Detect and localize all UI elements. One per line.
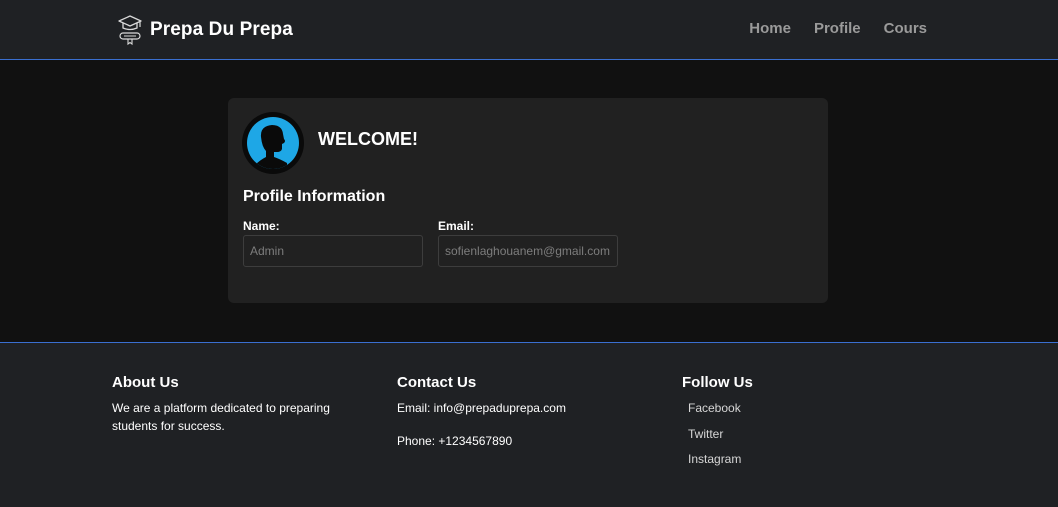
main-content: WELCOME! Profile Information Name: Email… — [0, 61, 1058, 342]
list-item: Twitter — [688, 425, 882, 443]
contact-title: Contact Us — [397, 374, 477, 391]
nav-link-home[interactable]: Home — [749, 20, 791, 37]
nav-link-profile[interactable]: Profile — [814, 20, 861, 37]
footer-about: About Us We are a platform dedicated to … — [112, 374, 352, 435]
facebook-link[interactable]: Facebook — [688, 401, 741, 415]
contact-phone: Phone: +1234567890 — [397, 434, 513, 448]
navbar: Prepa Du Prepa Home Profile Cours — [0, 0, 1058, 60]
main-nav: Home Profile Cours — [749, 20, 927, 37]
welcome-heading: WELCOME! — [318, 129, 418, 149]
footer-follow: Follow Us Facebook Twitter Instagram — [682, 374, 882, 476]
profile-card: WELCOME! Profile Information Name: Email… — [228, 98, 828, 303]
email-label: Email: — [438, 219, 475, 233]
brand-name[interactable]: Prepa Du Prepa — [150, 19, 293, 41]
contact-email: Email: info@prepaduprepa.com — [397, 401, 566, 415]
avatar — [242, 112, 304, 174]
social-links: Facebook Twitter Instagram — [688, 399, 882, 468]
brand[interactable]: Prepa Du Prepa — [118, 13, 293, 47]
profile-info-title: Profile Information — [243, 188, 386, 205]
about-text: We are a platform dedicated to preparing… — [112, 401, 330, 433]
nav-link-cours[interactable]: Cours — [884, 20, 927, 37]
follow-title: Follow Us — [682, 374, 753, 391]
name-field[interactable] — [243, 235, 423, 267]
name-label: Name: — [243, 219, 280, 233]
footer-contact: Contact Us Email: info@prepaduprepa.com … — [397, 374, 637, 450]
list-item: Facebook — [688, 399, 882, 417]
about-title: About Us — [112, 374, 179, 391]
user-silhouette-icon — [247, 117, 299, 169]
graduation-cap-icon — [118, 15, 142, 46]
twitter-link[interactable]: Twitter — [688, 427, 723, 441]
email-field[interactable] — [438, 235, 618, 267]
instagram-link[interactable]: Instagram — [688, 452, 741, 466]
list-item: Instagram — [688, 450, 882, 468]
footer: About Us We are a platform dedicated to … — [0, 342, 1058, 507]
